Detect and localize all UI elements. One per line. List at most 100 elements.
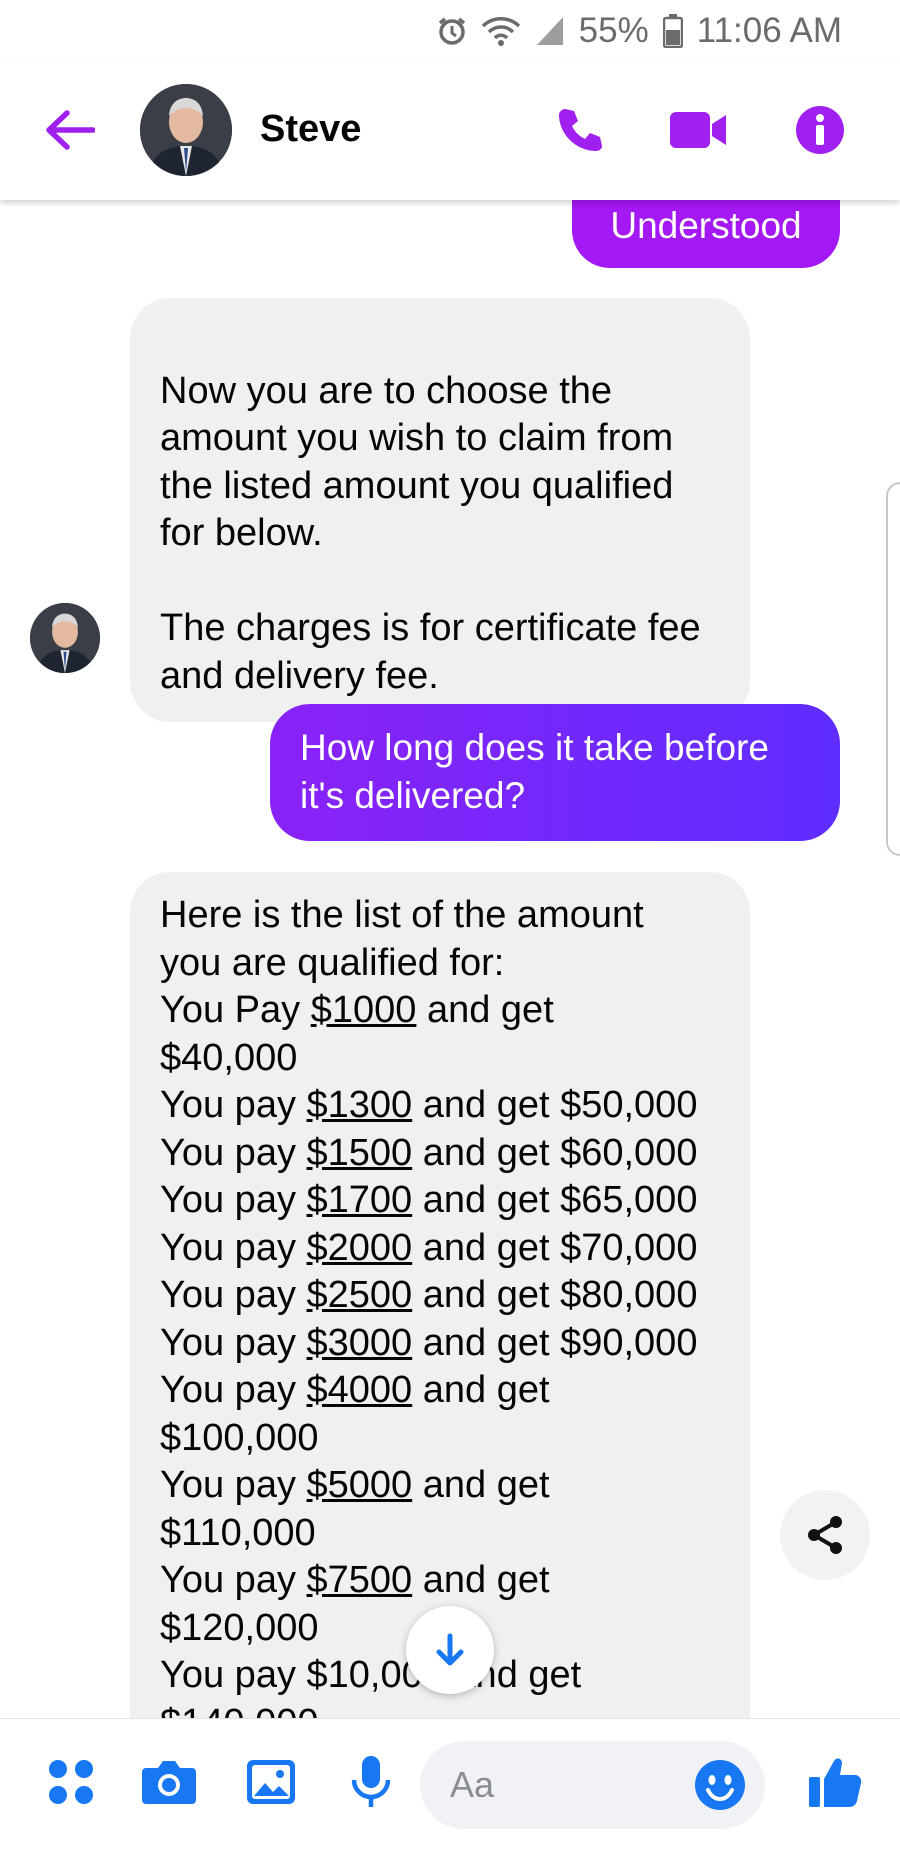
offer-pay-amount[interactable]: $3000	[307, 1322, 413, 1364]
status-time: 11:06 AM	[696, 11, 842, 50]
share-button[interactable]	[780, 1490, 870, 1580]
offer-get-amount: $70,000	[560, 1226, 698, 1269]
offer-pay-amount[interactable]: $2500	[307, 1274, 413, 1316]
conversation-header: Steve	[0, 62, 900, 200]
offer-line: You Pay $1000 and get	[160, 987, 720, 1035]
offer-line: You pay $2000 and get $70,000	[160, 1225, 720, 1273]
camera-button[interactable]	[138, 1751, 200, 1813]
contact-avatar[interactable]	[140, 84, 232, 176]
offer-get-amount: $110,000	[160, 1511, 316, 1554]
voice-message-button[interactable]	[340, 1751, 402, 1813]
offer-get-amount: $90,000	[560, 1321, 698, 1364]
sender-avatar[interactable]	[30, 603, 100, 673]
offer-prefix: You pay	[160, 1369, 307, 1411]
back-arrow-icon	[46, 110, 95, 150]
offer-get-amount: $65,000	[560, 1179, 698, 1221]
video-camera-icon	[670, 112, 726, 148]
message-text-line: you are qualified for:	[160, 941, 505, 984]
scroll-to-bottom-button[interactable]	[406, 1606, 494, 1694]
message-composer	[0, 1718, 900, 1851]
offer-prefix: You pay	[160, 1464, 307, 1506]
offer-line: You pay $1500 and get $60,000	[160, 1130, 720, 1178]
offer-pay-amount[interactable]: $5000	[307, 1464, 413, 1506]
message-text-line: it's delivered?	[300, 775, 526, 816]
battery-percent: 55%	[578, 11, 649, 50]
offer-get-amount: $100,000	[160, 1416, 319, 1459]
offer-pay-amount[interactable]: $2000	[307, 1227, 413, 1269]
info-icon	[796, 106, 844, 154]
offer-connector: and get	[412, 1179, 561, 1221]
offer-connector: and get	[412, 1226, 561, 1269]
gallery-button[interactable]	[240, 1751, 302, 1813]
offer-connector: and get	[412, 1274, 561, 1316]
wifi-icon	[481, 15, 521, 47]
offer-line: $40,000	[160, 1035, 720, 1083]
offer-pay-amount[interactable]: $7500	[307, 1559, 413, 1601]
offer-prefix: You pay	[160, 1559, 307, 1601]
offer-connector: and get	[412, 1464, 550, 1506]
camera-icon	[142, 1761, 196, 1804]
offer-line: $110,000	[160, 1510, 720, 1558]
offer-get-amount: $120,000	[160, 1606, 319, 1649]
back-button[interactable]	[42, 102, 98, 158]
offer-pay-amount[interactable]: $1300	[307, 1084, 413, 1126]
offer-connector: and get	[412, 1369, 550, 1411]
alarm-icon	[437, 16, 467, 46]
message-list[interactable]: Understood Now you are to choose the amo…	[0, 200, 900, 1720]
scroll-indicator[interactable]	[886, 482, 900, 856]
incoming-message[interactable]: Here is the list of the amount you are q…	[130, 872, 750, 1720]
offer-prefix: You pay	[160, 1274, 307, 1316]
offer-get-amount: $40,000	[160, 1036, 298, 1079]
contact-name[interactable]: Steve	[260, 108, 361, 151]
apps-grid-icon	[49, 1760, 93, 1804]
offer-prefix: You pay	[160, 1226, 307, 1269]
offer-get-amount: $50,000	[560, 1084, 698, 1126]
offer-get-amount: $80,000	[560, 1274, 698, 1316]
arrow-down-icon	[436, 1633, 464, 1666]
incoming-message[interactable]: Now you are to choose the amount you wis…	[130, 298, 750, 722]
offer-list: You Pay $1000 and get $40,000 You pay $130…	[160, 987, 720, 1652]
offer-connector: and get	[412, 1084, 561, 1126]
offer-line: You pay $1300 and get $50,000	[160, 1082, 720, 1130]
offer-connector: and get	[412, 1559, 550, 1601]
offer-line: You pay $3000 and get $90,000	[160, 1320, 720, 1368]
signal-icon	[535, 15, 565, 47]
microphone-icon	[351, 1756, 391, 1807]
offer-pay-amount[interactable]: $4000	[307, 1369, 413, 1411]
phone-icon	[559, 109, 602, 151]
offer-connector: and get	[416, 989, 554, 1031]
emoji-button[interactable]	[692, 1757, 748, 1813]
offer-line: $100,000	[160, 1415, 720, 1463]
offer-prefix: You Pay	[160, 989, 311, 1031]
emoji-icon	[695, 1760, 745, 1810]
offer-line: You pay $7500 and get	[160, 1557, 720, 1605]
offer-pay-amount[interactable]: $1500	[307, 1132, 413, 1174]
message-text-line: Here is the list of the amount	[160, 894, 644, 936]
share-icon	[808, 1516, 842, 1554]
message-text-line: How long does it take before	[300, 727, 769, 768]
message-text: Understood	[610, 205, 802, 246]
offer-prefix: You pay	[160, 1131, 307, 1174]
offer-prefix: You pay	[160, 1321, 307, 1364]
voice-call-button[interactable]	[550, 100, 610, 160]
offer-line: You pay $1700 and get $65,000	[160, 1177, 720, 1225]
offer-connector: and get	[412, 1131, 561, 1174]
offer-pay-amount[interactable]: $1000	[311, 989, 417, 1031]
outgoing-message[interactable]: How long does it take before it's delive…	[270, 704, 840, 841]
image-icon	[247, 1760, 295, 1804]
more-actions-button[interactable]	[40, 1751, 102, 1813]
video-call-button[interactable]	[668, 100, 728, 160]
offer-get-amount: $60,000	[560, 1131, 698, 1174]
offer-prefix: You pay	[160, 1084, 307, 1126]
offer-line: You pay $4000 and get	[160, 1367, 720, 1415]
status-bar: 55% 11:06 AM	[0, 0, 900, 62]
offer-pay-amount[interactable]: $1700	[307, 1179, 413, 1221]
offer-prefix: You pay	[160, 1179, 307, 1221]
offer-line: You pay $5000 and get	[160, 1462, 720, 1510]
like-button[interactable]	[804, 1751, 866, 1813]
message-text: Now you are to choose the amount you wis…	[160, 369, 701, 697]
offer-connector: and get	[412, 1321, 561, 1364]
conversation-info-button[interactable]	[790, 100, 850, 160]
outgoing-message[interactable]: Understood	[572, 200, 840, 268]
message-text-line: $140,000	[160, 1700, 720, 1721]
